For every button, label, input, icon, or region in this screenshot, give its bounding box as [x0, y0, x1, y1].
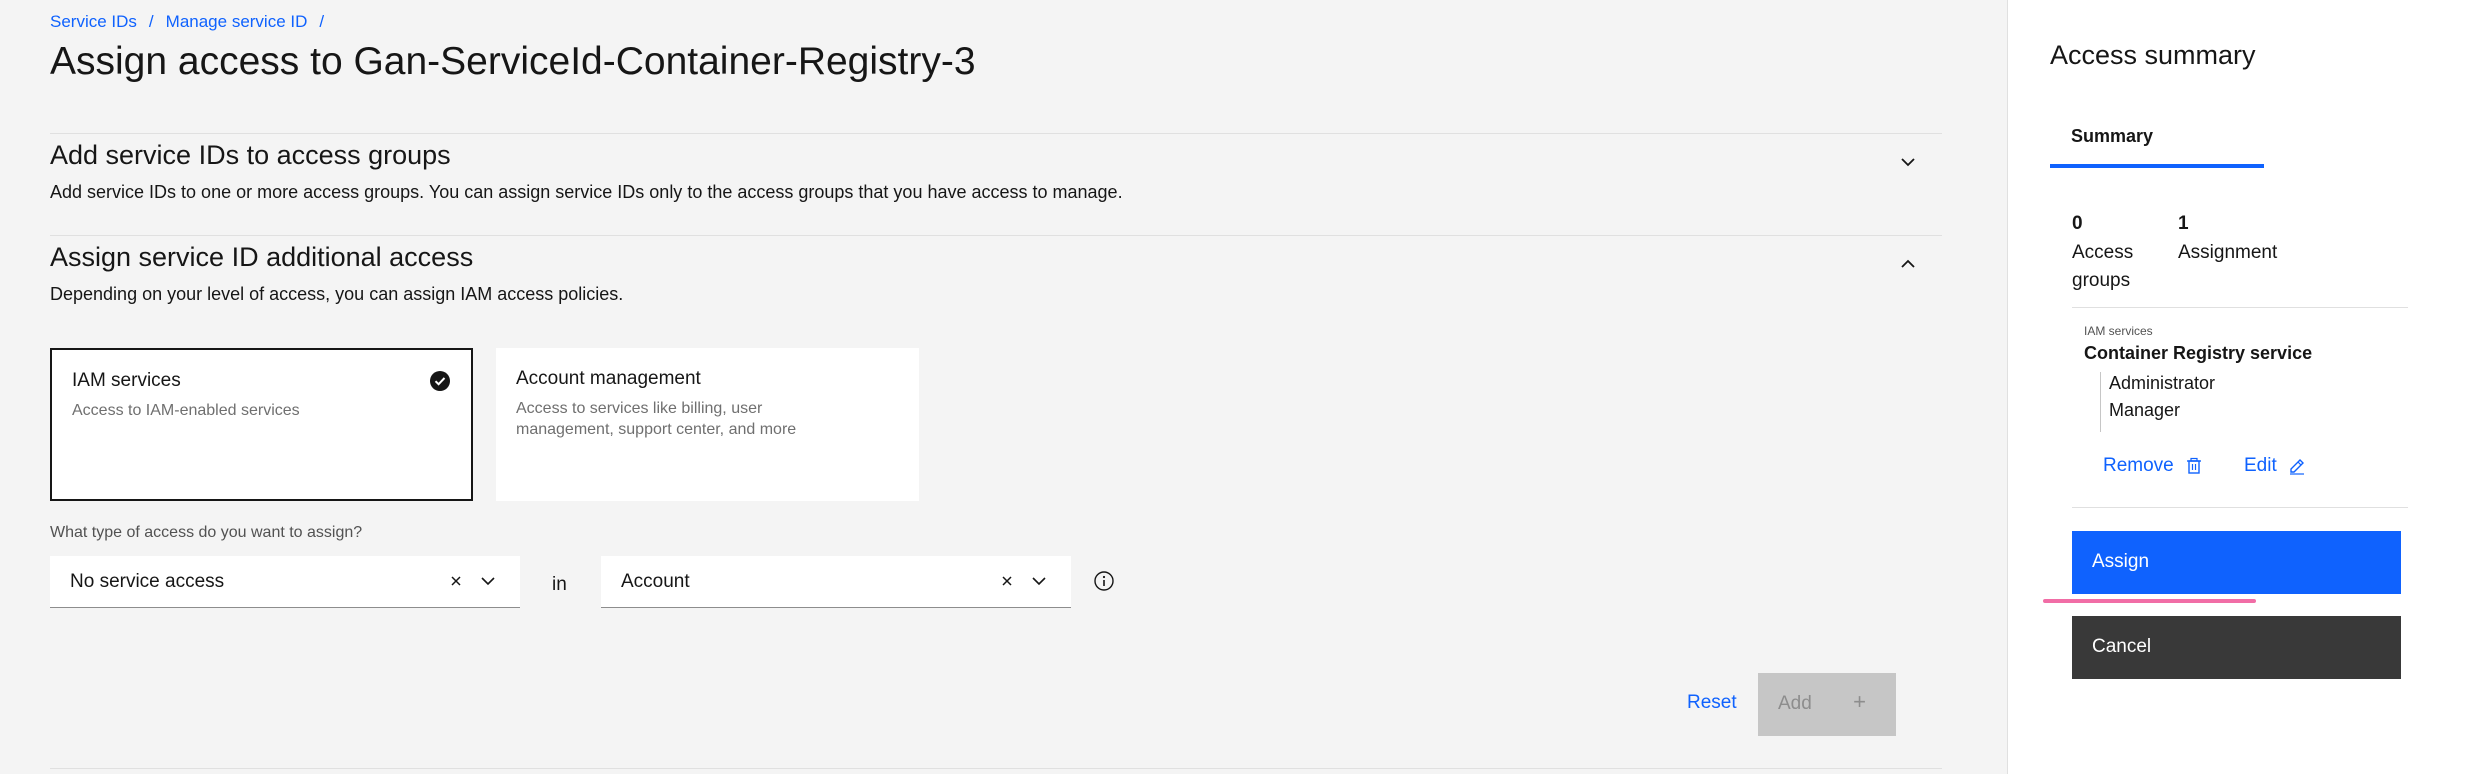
remove-button[interactable]: Remove [2103, 455, 2204, 477]
scope-value: Account [621, 571, 690, 592]
tree-line [2100, 372, 2101, 432]
cancel-label: Cancel [2092, 636, 2152, 657]
section-divider [50, 235, 1942, 236]
access-groups-count: 0 [2072, 213, 2083, 234]
chevron-down-icon[interactable] [477, 570, 499, 592]
section-divider [50, 133, 1942, 134]
edit-label: Edit [2244, 455, 2277, 476]
scope-select[interactable]: Account [601, 556, 1071, 608]
service-name: Container Registry service [2084, 343, 2313, 363]
page-title: Assign access to Gan-ServiceId-Container… [50, 40, 976, 83]
access-summary-panel: Access summary Summary 0 Access groups 1… [2007, 0, 2471, 774]
clear-icon[interactable] [445, 570, 467, 592]
panel-divider [2072, 307, 2408, 308]
highlight-underline [2043, 599, 2256, 603]
breadcrumb-separator: / [319, 12, 325, 31]
accordion-additional-access-title[interactable]: Assign service ID additional access [50, 242, 473, 273]
tile-account-management[interactable]: Account management Access to services li… [496, 348, 919, 501]
tile-title: IAM services [72, 370, 181, 391]
edit-button[interactable]: Edit [2244, 455, 2307, 477]
breadcrumb-separator: / [148, 12, 154, 31]
access-type-value: No service access [70, 571, 225, 592]
accordion-access-groups-description: Add service IDs to one or more access gr… [50, 182, 1123, 202]
main-content: Service IDs / Manage service ID / Assign… [0, 0, 2007, 774]
assign-button[interactable]: Assign [2072, 531, 2401, 594]
tab-summary[interactable]: Summary [2050, 110, 2264, 168]
edit-pencil-icon [2289, 459, 2304, 475]
section-divider [50, 768, 1942, 769]
cancel-button[interactable]: Cancel [2072, 616, 2401, 679]
clear-icon[interactable] [996, 570, 1018, 592]
access-groups-label: Access [2072, 242, 2134, 263]
panel-divider [2072, 507, 2408, 508]
accordion-access-groups-title[interactable]: Add service IDs to access groups [50, 140, 451, 171]
access-type-select[interactable]: No service access [50, 556, 520, 608]
chevron-up-icon[interactable] [1896, 252, 1920, 276]
assignment-count: 1 [2178, 213, 2189, 234]
add-icon: + [1853, 689, 1866, 714]
tile-title: Account management [516, 368, 701, 389]
assignment-label: Assignment [2178, 242, 2278, 263]
chevron-down-icon[interactable] [1896, 150, 1920, 174]
add-button[interactable]: Add + [1758, 673, 1896, 736]
breadcrumb-service-ids[interactable]: Service IDs [50, 12, 137, 32]
assign-label: Assign [2092, 551, 2150, 572]
tab-summary-label: Summary [2071, 126, 2154, 146]
chevron-down-icon[interactable] [1028, 570, 1050, 592]
reset-button[interactable]: Reset [1687, 692, 1737, 714]
in-connector-text: in [552, 574, 567, 595]
breadcrumb-manage-service-id[interactable]: Manage service ID [166, 12, 308, 32]
access-groups-label: groups [2072, 270, 2131, 291]
accordion-additional-access-description: Depending on your level of access, you c… [50, 284, 624, 304]
tile-iam-services[interactable]: IAM services Access to IAM-enabled servi… [50, 348, 473, 501]
checkmark-filled-icon [430, 371, 450, 391]
remove-label: Remove [2103, 455, 2174, 476]
access-type-label: What type of access do you want to assig… [50, 524, 363, 541]
breadcrumb: Service IDs / Manage service ID / [50, 12, 324, 32]
trash-icon [2186, 457, 2201, 474]
add-button-label: Add [1778, 693, 1812, 714]
information-icon[interactable] [1093, 570, 1115, 592]
role-item: Administrator [2109, 373, 2216, 393]
role-item: Manager [2109, 400, 2181, 420]
tile-description: Access to services like billing, user ma… [516, 400, 797, 438]
tile-description: Access to IAM-enabled services [72, 402, 300, 419]
service-category: IAM services [2084, 324, 2153, 338]
access-summary-title: Access summary [2050, 40, 2256, 70]
